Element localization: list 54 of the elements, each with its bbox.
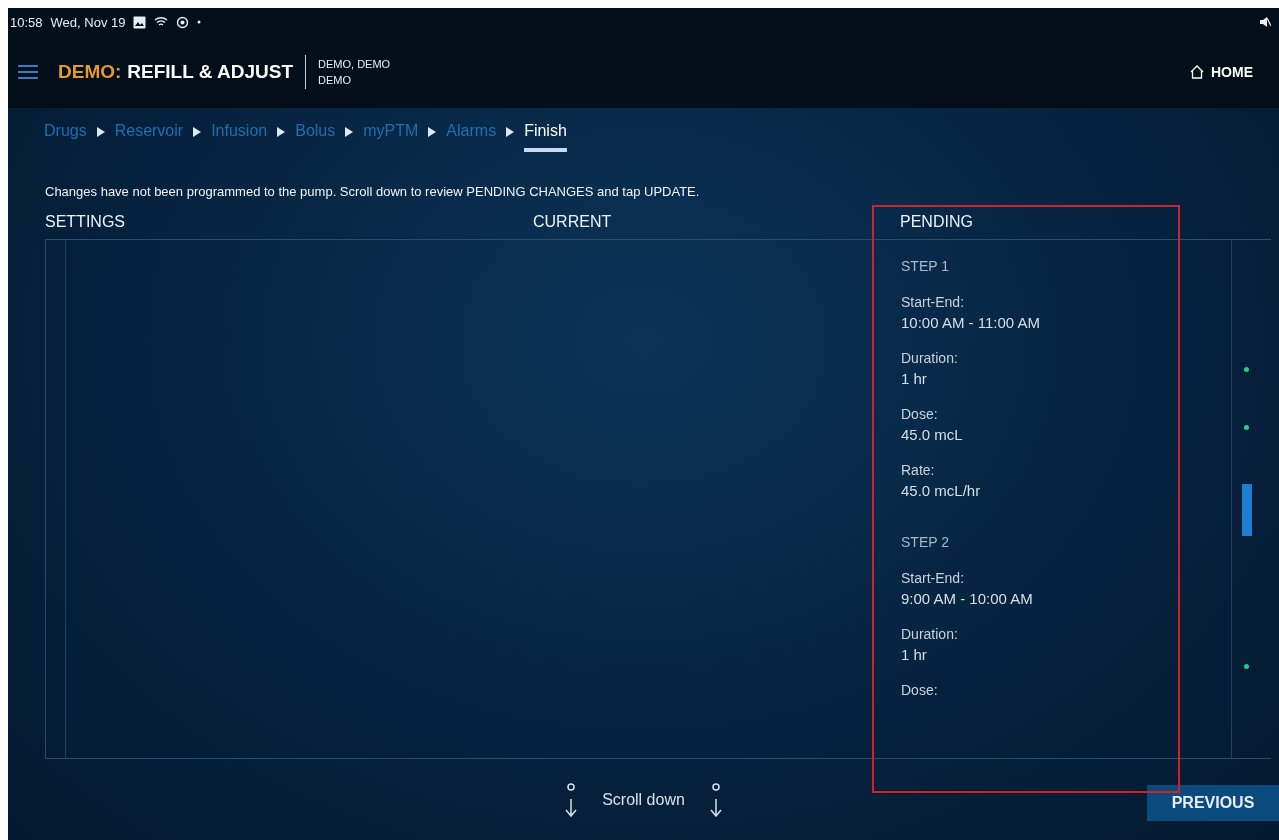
chevron-icon [193, 127, 202, 137]
scroll-hint: Scroll down [602, 790, 685, 809]
marker-icon [1244, 367, 1249, 372]
sync-icon [176, 15, 190, 29]
patient-id: DEMO [318, 73, 353, 88]
breadcrumb-tab[interactable]: myPTM [363, 122, 419, 152]
chevron-icon [345, 127, 354, 137]
menu-icon[interactable] [18, 65, 38, 79]
patient-name: DEMO, DEMO [318, 57, 391, 72]
column-header: CURRENT [533, 213, 613, 232]
status-date: Wed, Nov 19 [50, 14, 126, 30]
field-value: 9:00 AM - 10:00 AM [901, 589, 1034, 609]
mute-icon [1259, 16, 1271, 28]
previous-button[interactable]: PREVIOUS [1147, 785, 1279, 821]
field-label: Start-End: [901, 293, 966, 312]
field-label: Duration: [901, 625, 959, 644]
field-value: 1 hr [901, 369, 928, 389]
down-arrow-icon [708, 782, 723, 817]
breadcrumb-tab[interactable]: Reservoir [114, 122, 184, 152]
marker-icon [1244, 664, 1249, 669]
field-label: Rate: [901, 461, 936, 480]
home-button[interactable]: HOME [1183, 60, 1259, 84]
step-title: STEP 2 [901, 534, 950, 550]
marker-icon [1244, 425, 1249, 430]
app-prefix: DEMO: [58, 61, 122, 83]
breadcrumb-tab[interactable]: Alarms [446, 122, 497, 152]
field-value: 45.0 mcL/hr [901, 481, 982, 501]
chevron-icon [428, 127, 437, 137]
field-label: Duration: [901, 349, 959, 368]
breadcrumb-tab[interactable]: Finish [524, 122, 567, 152]
status-time: 10:58 [10, 14, 43, 30]
step-title: STEP 1 [901, 258, 950, 274]
field-value: 45.0 mcL [901, 425, 964, 445]
field-label: Dose: [901, 681, 939, 700]
field-value: 1 hr [901, 645, 928, 665]
field-value: 10:00 AM - 11:00 AM [901, 313, 1041, 333]
wifi-icon [154, 16, 169, 28]
breadcrumb-tab[interactable]: Bolus [295, 122, 336, 152]
down-arrow-icon [564, 782, 579, 817]
chevron-icon [277, 127, 286, 137]
home-icon [1189, 64, 1205, 80]
image-icon [133, 15, 147, 29]
column-header: PENDING [900, 213, 974, 232]
breadcrumb-tab[interactable]: Drugs [44, 122, 87, 152]
scroll-thumb[interactable] [1242, 484, 1252, 536]
field-label: Dose: [901, 405, 939, 424]
page-title: REFILL & ADJUST [127, 61, 294, 83]
notice-text: Changes have not been programmed to the pump. Scroll down to review PENDING CHANGES and tap UPDATE. [44, 183, 701, 199]
chevron-icon [506, 127, 515, 137]
field-label: Start-End: [901, 569, 966, 588]
breadcrumb-tab[interactable]: Infusion [211, 122, 268, 152]
dot-icon [197, 20, 202, 24]
column-header: SETTINGS [45, 213, 126, 232]
chevron-icon [96, 127, 105, 137]
